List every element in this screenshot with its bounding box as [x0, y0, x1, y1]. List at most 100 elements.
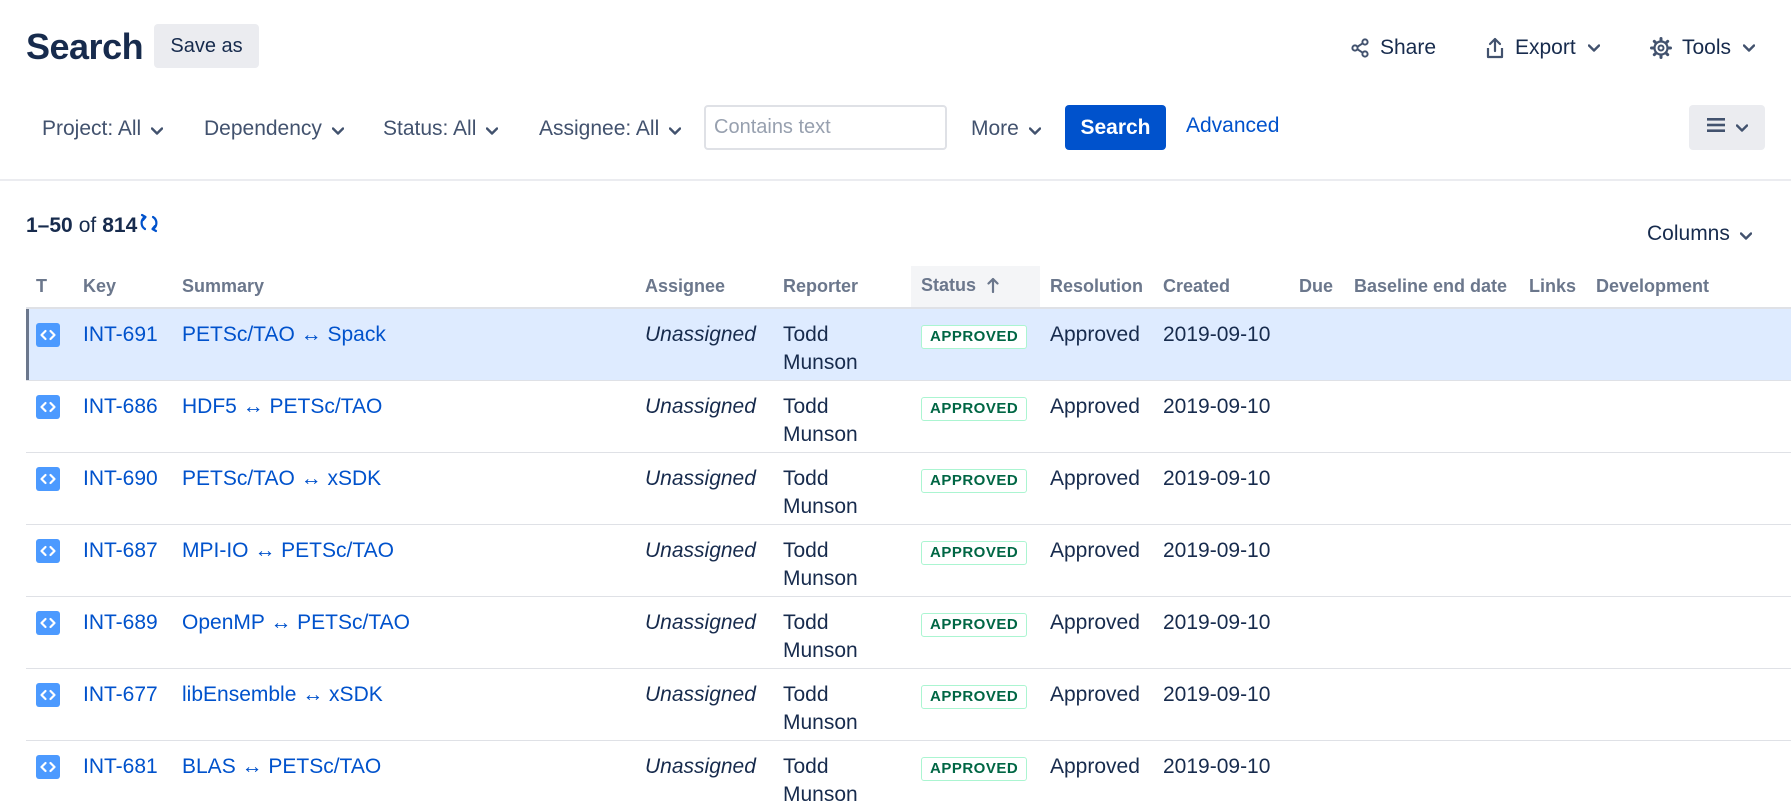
- issue-key-link[interactable]: INT-689: [83, 611, 158, 634]
- table-row[interactable]: INT-687 MPI-IO ↔ PETSc/TAO Unassigned To…: [26, 523, 1791, 596]
- links-cell: [1519, 595, 1586, 668]
- col-header-development[interactable]: Development: [1586, 266, 1791, 309]
- issue-summary-link[interactable]: HDF5 ↔ PETSc/TAO: [182, 395, 382, 418]
- created-cell: 2019-09-10: [1153, 307, 1289, 380]
- chevron-down-icon: [1739, 222, 1753, 246]
- project-filter[interactable]: Project: All: [42, 110, 164, 148]
- issue-key-link[interactable]: INT-691: [83, 323, 158, 346]
- reporter-cell: Todd Munson: [773, 523, 911, 596]
- refresh-icon[interactable]: [139, 213, 159, 239]
- dependency-filter[interactable]: Dependency: [204, 110, 345, 148]
- issue-summary-link[interactable]: BLAS ↔ PETSc/TAO: [182, 755, 381, 778]
- search-button[interactable]: Search: [1065, 105, 1166, 150]
- advanced-link[interactable]: Advanced: [1186, 114, 1279, 138]
- issue-key-link[interactable]: INT-686: [83, 395, 158, 418]
- table-row[interactable]: INT-677 libEnsemble ↔ xSDK Unassigned To…: [26, 667, 1791, 740]
- due-cell: [1289, 379, 1344, 452]
- baseline-end-date-cell: [1344, 307, 1519, 380]
- code-brackets-icon: [36, 754, 60, 779]
- issue-summary-link[interactable]: MPI-IO ↔ PETSc/TAO: [182, 539, 394, 562]
- resolution-cell: Approved: [1040, 379, 1153, 452]
- created-cell: 2019-09-10: [1153, 595, 1289, 668]
- reporter-first-name: Todd: [783, 466, 829, 490]
- share-icon: [1350, 38, 1370, 58]
- table-row[interactable]: INT-681 BLAS ↔ PETSc/TAO Unassigned Todd…: [26, 739, 1791, 806]
- due-cell: [1289, 451, 1344, 524]
- type-cell: [26, 739, 73, 806]
- issue-summary-link[interactable]: PETSc/TAO ↔ xSDK: [182, 467, 381, 490]
- resolution-cell: Approved: [1040, 667, 1153, 740]
- status-badge: APPROVED: [921, 612, 1028, 637]
- links-cell: [1519, 379, 1586, 452]
- links-cell: [1519, 739, 1586, 806]
- due-cell: [1289, 739, 1344, 806]
- more-filter[interactable]: More: [971, 110, 1042, 148]
- due-cell: [1289, 307, 1344, 380]
- table-row[interactable]: INT-691 PETSc/TAO ↔ Spack Unassigned Tod…: [26, 307, 1791, 380]
- results-count: 1–50 of 814: [26, 213, 159, 239]
- reporter-last-name: Munson: [783, 782, 858, 806]
- chevron-down-icon: [669, 117, 682, 141]
- status-filter-label: Status: All: [383, 117, 477, 140]
- assignee-filter[interactable]: Assignee: All: [539, 110, 682, 148]
- reporter-cell: Todd Munson: [773, 739, 911, 806]
- links-cell: [1519, 451, 1586, 524]
- header-divider: [0, 179, 1791, 181]
- issue-summary-link[interactable]: libEnsemble ↔ xSDK: [182, 683, 383, 706]
- issue-key-link[interactable]: INT-677: [83, 683, 158, 706]
- links-cell: [1519, 667, 1586, 740]
- col-header-due[interactable]: Due: [1289, 266, 1344, 309]
- export-button[interactable]: Export: [1485, 30, 1600, 66]
- view-toggle-button[interactable]: [1689, 105, 1765, 150]
- reporter-first-name: Todd: [783, 394, 829, 418]
- col-header-type[interactable]: T: [26, 266, 73, 309]
- reporter-cell: Todd Munson: [773, 307, 911, 380]
- reporter-cell: Todd Munson: [773, 595, 911, 668]
- col-header-status[interactable]: Status: [911, 266, 1040, 309]
- issue-key-link[interactable]: INT-687: [83, 539, 158, 562]
- list-view-icon: [1706, 117, 1726, 138]
- baseline-end-date-cell: [1344, 595, 1519, 668]
- tools-label: Tools: [1682, 36, 1732, 59]
- col-header-resolution[interactable]: Resolution: [1040, 266, 1153, 309]
- code-brackets-icon: [36, 610, 60, 635]
- col-header-links[interactable]: Links: [1519, 266, 1586, 309]
- issue-summary-link[interactable]: PETSc/TAO ↔ Spack: [182, 323, 386, 346]
- reporter-last-name: Munson: [783, 494, 858, 518]
- more-filter-label: More: [971, 117, 1019, 140]
- col-header-baseline-end-date[interactable]: Baseline end date: [1344, 266, 1519, 309]
- resolution-cell: Approved: [1040, 307, 1153, 380]
- col-header-reporter[interactable]: Reporter: [773, 266, 911, 309]
- key-cell: INT-689: [73, 595, 172, 668]
- issue-key-link[interactable]: INT-681: [83, 755, 158, 778]
- table-row[interactable]: INT-689 OpenMP ↔ PETSc/TAO Unassigned To…: [26, 595, 1791, 668]
- share-button[interactable]: Share: [1350, 30, 1436, 66]
- resolution-cell: Approved: [1040, 595, 1153, 668]
- due-cell: [1289, 595, 1344, 668]
- col-header-assignee[interactable]: Assignee: [635, 266, 773, 309]
- table-row[interactable]: INT-686 HDF5 ↔ PETSc/TAO Unassigned Todd…: [26, 379, 1791, 452]
- tools-button[interactable]: Tools: [1650, 30, 1756, 66]
- resolution-cell: Approved: [1040, 451, 1153, 524]
- created-cell: 2019-09-10: [1153, 667, 1289, 740]
- save-as-button[interactable]: Save as: [154, 24, 259, 68]
- col-header-created[interactable]: Created: [1153, 266, 1289, 309]
- contains-text-input[interactable]: [704, 105, 947, 150]
- col-header-key[interactable]: Key: [73, 266, 172, 309]
- summary-cell: OpenMP ↔ PETSc/TAO: [172, 595, 635, 668]
- results-total: 814: [102, 214, 138, 237]
- assignee-cell: Unassigned: [635, 307, 773, 380]
- issue-summary-link[interactable]: OpenMP ↔ PETSc/TAO: [182, 611, 410, 634]
- col-header-summary[interactable]: Summary: [172, 266, 635, 309]
- page-title: Search: [26, 26, 144, 67]
- columns-button[interactable]: Columns: [1647, 222, 1753, 246]
- summary-cell: PETSc/TAO ↔ xSDK: [172, 451, 635, 524]
- created-cell: 2019-09-10: [1153, 739, 1289, 806]
- status-filter[interactable]: Status: All: [383, 110, 499, 148]
- status-cell: APPROVED: [911, 739, 1040, 806]
- table-row[interactable]: INT-690 PETSc/TAO ↔ xSDK Unassigned Todd…: [26, 451, 1791, 524]
- chevron-down-icon: [151, 117, 164, 141]
- created-cell: 2019-09-10: [1153, 523, 1289, 596]
- issue-key-link[interactable]: INT-690: [83, 467, 158, 490]
- type-cell: [26, 595, 73, 668]
